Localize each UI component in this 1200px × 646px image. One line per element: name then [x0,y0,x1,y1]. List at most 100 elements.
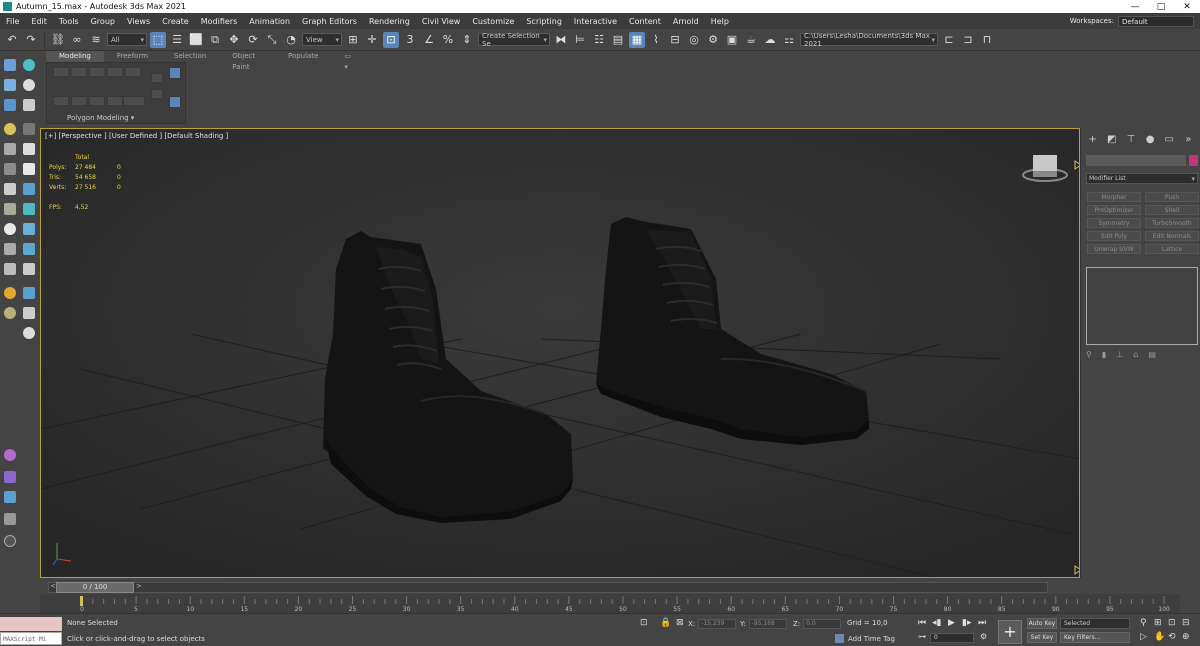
listener-icon[interactable] [4,491,16,503]
menu-civil-view[interactable]: Civil View [416,17,467,26]
pivot-center-icon[interactable]: ⊞ [345,32,361,48]
modifier-button[interactable]: Symmetry [1087,218,1141,228]
time-slider[interactable]: < 0 / 100 > [40,580,1080,594]
modifier-button[interactable]: TurboSmooth [1145,218,1199,228]
window-crossing-icon[interactable]: ⧉ [207,32,223,48]
rotate-icon[interactable]: ⟳ [245,32,261,48]
box-icon[interactable] [23,223,35,235]
next-frame-button[interactable]: > [136,582,142,590]
scale-icon[interactable]: ⤡ [264,32,280,48]
material-editor-icon[interactable]: ◎ [686,32,702,48]
modifier-list-dropdown[interactable]: Modifier List [1086,173,1198,184]
make-unique-icon[interactable]: ⊥ [1116,350,1123,362]
snap-toggle-icon[interactable]: 3 [402,32,418,48]
modifier-button[interactable]: Morpher [1087,192,1141,202]
geo-sphere-icon[interactable] [4,203,16,215]
add-time-tag[interactable]: Add Time Tag [835,634,895,643]
ribbon-button[interactable] [123,96,145,106]
tab-object-paint[interactable]: Object Paint [219,51,275,71]
ribbon-button[interactable] [89,67,105,77]
motion-tab-icon[interactable]: ● [1145,134,1156,146]
maximize-button[interactable]: □ [1148,2,1174,12]
modifier-button[interactable]: Lattice [1145,244,1199,254]
create-icon[interactable] [4,59,16,71]
pin-icon[interactable] [23,327,35,339]
menu-scripting[interactable]: Scripting [520,17,568,26]
mirror-icon[interactable]: ⧓ [553,32,569,48]
motion-icon[interactable] [23,163,35,175]
zoom-extents-icon[interactable]: ⊡ [1168,618,1176,628]
remove-modifier-icon[interactable]: ⌂ [1133,350,1138,362]
particle-icon[interactable] [4,449,16,461]
move-icon[interactable]: ✥ [226,32,242,48]
maximize-viewport-icon[interactable]: ⊕ [1182,632,1190,642]
spacewarp-icon[interactable] [23,123,35,135]
tab-selection[interactable]: Selection [161,51,219,62]
close-button[interactable]: ✕ [1174,2,1200,12]
time-slider-thumb[interactable]: 0 / 100 [56,582,134,593]
current-frame-marker[interactable] [80,596,83,606]
hierarchy-tab-icon[interactable]: ⊤ [1125,134,1136,146]
select-object-icon[interactable]: ⬚ [150,31,166,48]
modifier-button[interactable]: Edit Poly [1087,231,1141,241]
isolate-selection-icon[interactable]: ⊡ [640,618,648,628]
shapes-icon[interactable] [4,79,16,91]
time-slider-track[interactable] [48,582,1048,593]
sun-icon[interactable] [23,79,35,91]
field-of-view-icon[interactable]: ▷ [1140,632,1147,642]
minimize-button[interactable]: — [1122,2,1148,12]
time-config-icon[interactable]: ⚙ [980,632,987,641]
project-folder-dropdown[interactable]: C:\Users\Lesha\Documents\3ds Max 2021 [800,32,938,48]
ribbon-button[interactable] [53,67,69,77]
light-bulb-icon[interactable] [23,59,35,71]
render-setup-icon[interactable]: ⚙ [705,32,721,48]
rendered-frame-window-icon[interactable]: ▣ [724,32,740,48]
coord-x-field[interactable]: -15,239 [698,619,737,629]
torus-icon[interactable] [23,307,35,319]
ribbon-options-icon[interactable]: ▭ ▾ [331,51,366,71]
lightbulb-yellow-icon[interactable] [4,123,16,135]
ribbon-button[interactable] [89,96,105,106]
menu-group[interactable]: Group [85,17,121,26]
cone-icon[interactable] [4,263,16,275]
tab-populate[interactable]: Populate [275,51,331,62]
grid-helper-icon[interactable] [23,287,35,299]
menu-rendering[interactable]: Rendering [363,17,416,26]
menu-edit[interactable]: Edit [25,17,53,26]
reference-coord-dropdown[interactable]: View [302,33,342,46]
help-icon[interactable] [4,535,16,547]
angle-snap-icon[interactable]: ∠ [421,32,437,48]
modifier-button[interactable]: ProOptimizer [1087,205,1141,215]
modifier-button[interactable]: Unwrap UVW [1087,244,1141,254]
keyboard-shortcut-override-icon[interactable]: ⊡ [383,31,399,48]
configure-sets-icon[interactable]: ▤ [1148,350,1156,362]
menu-arnold[interactable]: Arnold [667,17,705,26]
ribbon-button[interactable] [71,96,87,106]
track-bar[interactable]: 0 5 10 15 20 25 30 35 40 45 50 55 60 65 70 75 80 85 90 95 10… [40,594,1180,614]
sphere-icon[interactable] [4,223,16,235]
tab-modeling[interactable]: Modeling [46,51,104,62]
set-keys-icon[interactable]: + [998,620,1022,644]
ribbon-button[interactable] [53,96,69,106]
ribbon-button[interactable] [125,67,141,77]
bind-spacewarp-icon[interactable]: ≋ [88,32,104,48]
select-manipulate-icon[interactable]: ✛ [364,32,380,48]
object-list-icon[interactable] [4,513,16,525]
menu-tools[interactable]: Tools [53,17,85,26]
object-name-field[interactable] [1086,155,1186,166]
auto-key-button[interactable]: Auto Key [1027,618,1057,629]
open-project-icon[interactable]: ⊏ [941,32,957,48]
create-tab-icon[interactable]: + [1087,134,1098,146]
go-to-end-icon[interactable]: ⏭ [978,618,986,628]
hierarchy-icon[interactable] [4,163,16,175]
sunlight-icon[interactable] [4,287,16,299]
point-helper-icon[interactable] [4,307,16,319]
play-icon[interactable]: ▶ [948,618,955,628]
script-icon[interactable] [4,471,16,483]
modifier-button[interactable]: Edit Normals [1145,231,1199,241]
key-set-dropdown[interactable]: Selected [1060,618,1130,629]
utilities-icon[interactable] [23,183,35,195]
current-frame-field[interactable]: 0 [930,633,974,643]
placement-icon[interactable]: ◔ [283,32,299,48]
menu-content[interactable]: Content [623,17,667,26]
